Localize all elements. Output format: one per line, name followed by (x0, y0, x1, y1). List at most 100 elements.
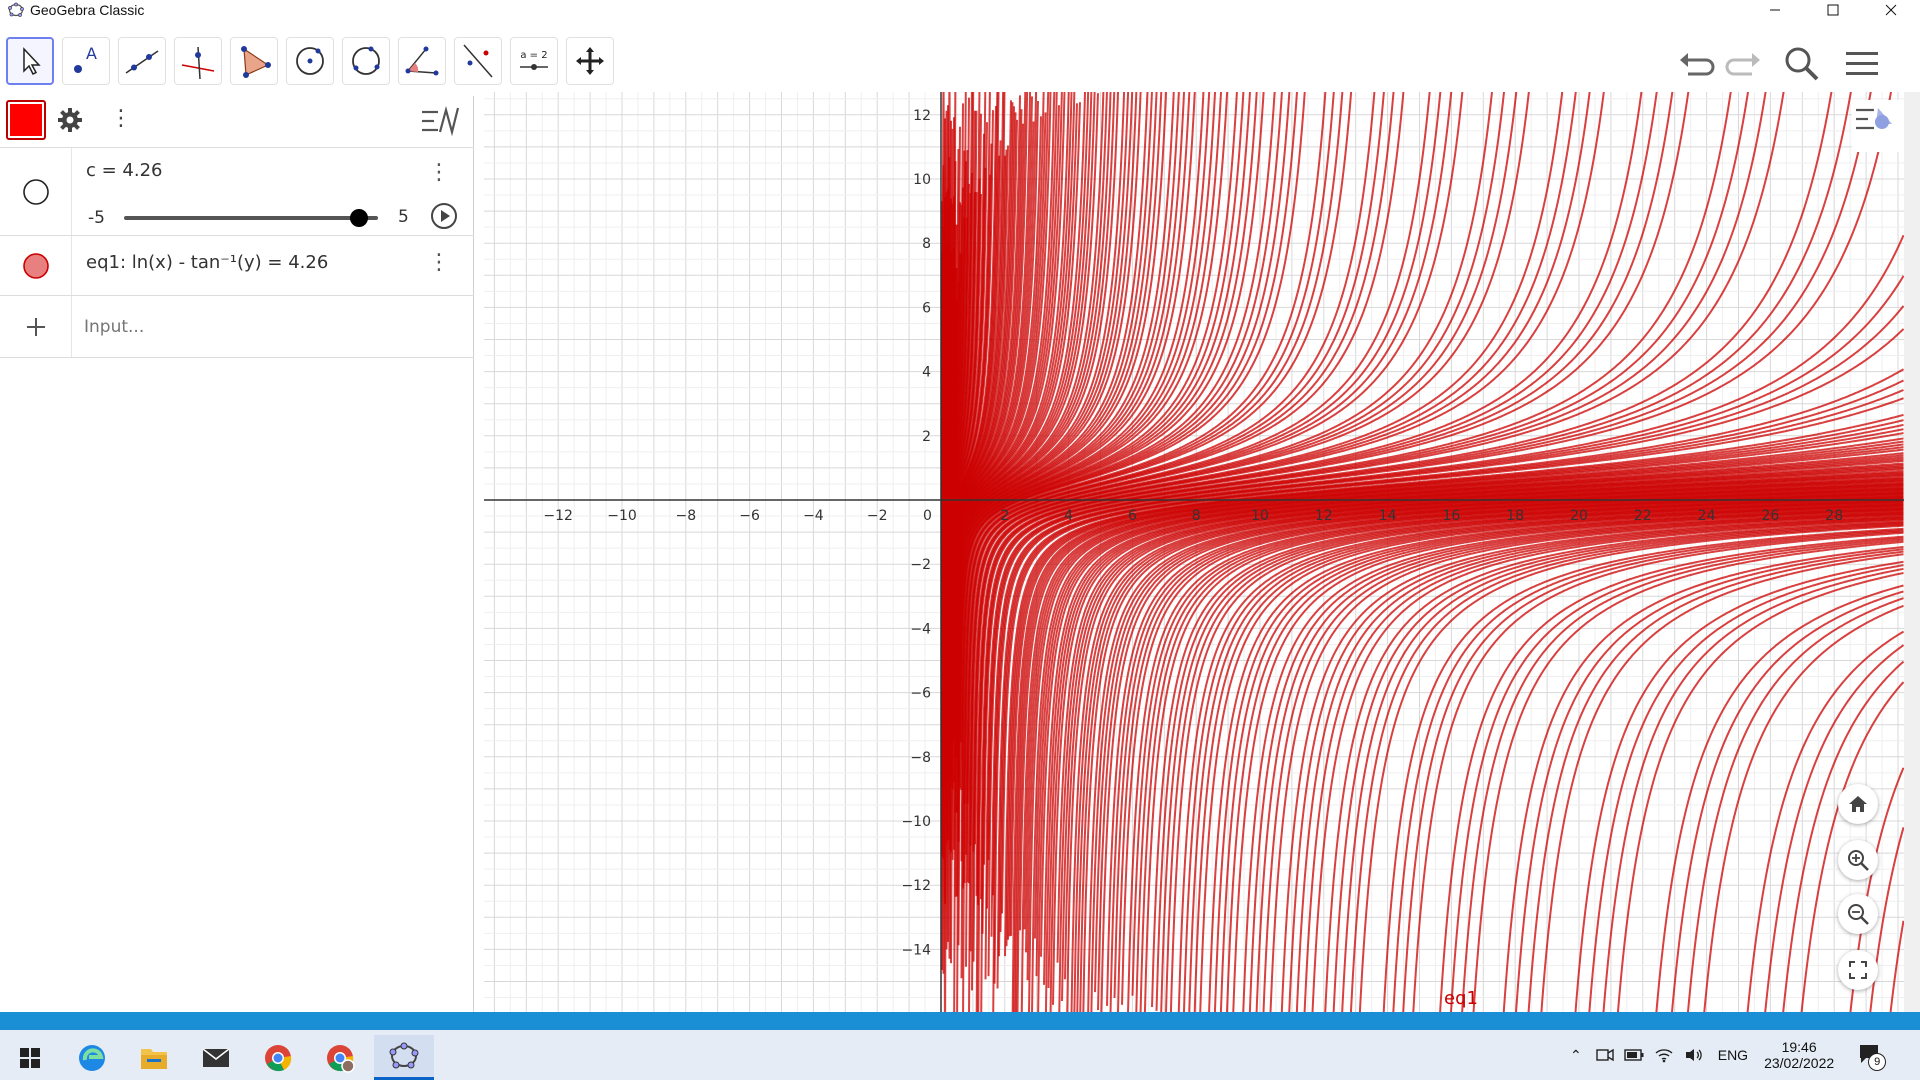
circle-three-points-tool-button[interactable] (342, 37, 390, 85)
hamburger-menu-icon (1846, 52, 1878, 75)
cursor-arrow-icon (23, 47, 41, 76)
main-menu-button[interactable] (1840, 42, 1884, 86)
window-bottom-strip (0, 1012, 1920, 1030)
visibility-toggle[interactable] (0, 148, 72, 235)
x-tick-label: 28 (1825, 508, 1843, 524)
algebra-input-row[interactable] (0, 296, 474, 358)
play-button[interactable] (430, 202, 458, 234)
algebra-style-bar: ⋮ (0, 96, 474, 148)
point-tool-button[interactable]: A (62, 37, 110, 85)
color-picker-button[interactable] (6, 100, 46, 140)
polygon-tool-button[interactable] (230, 37, 278, 85)
taskbar-edge[interactable] (62, 1035, 122, 1080)
taskbar-geogebra[interactable] (374, 1035, 434, 1080)
close-icon[interactable] (1862, 0, 1920, 20)
search-button[interactable] (1780, 42, 1824, 86)
y-tick-label: −2 (910, 557, 931, 573)
more-options-icon[interactable]: ⋮ (110, 106, 132, 131)
notification-center-button[interactable]: 9 (1858, 1043, 1887, 1071)
y-tick-label: 8 (922, 236, 931, 252)
algebra-input[interactable] (84, 312, 444, 342)
minimize-icon[interactable] (1746, 0, 1804, 20)
color-swatch-fill (10, 104, 42, 136)
undo-button[interactable] (1674, 42, 1718, 86)
x-tick-label: −8 (675, 508, 696, 524)
maximize-icon[interactable] (1804, 0, 1862, 20)
home-button[interactable] (1838, 784, 1878, 824)
x-tick-label: 0 (923, 508, 932, 524)
y-tick-label: 12 (913, 108, 931, 124)
visibility-toggle[interactable] (0, 236, 72, 295)
item-menu-icon[interactable]: ⋮ (428, 160, 450, 185)
item-menu-icon[interactable]: ⋮ (428, 250, 450, 275)
x-tick-label: 16 (1442, 508, 1460, 524)
graphics-view[interactable]: −12 −10 −8 −6 −4 −2 0 2 4 6 8 10 12 14 16 18 20 22 24 26 28 1… (484, 92, 1904, 1012)
y-tick-label: −10 (901, 814, 931, 830)
meet-now-icon[interactable] (1596, 1047, 1614, 1063)
algebra-view: ⋮ c = 4.26 ⋮ -5 5 eq1: ln(x) - tan⁻¹(y) … (0, 96, 474, 1012)
algebra-item-eq1[interactable]: eq1: ln(x) - tan⁻¹(y) = 4.26 ⋮ (0, 236, 474, 296)
graphics-style-bar-button[interactable] (1852, 100, 1904, 152)
perpendicular-line-tool-button[interactable] (174, 37, 222, 85)
x-tick-label: 10 (1251, 508, 1269, 524)
undo-icon (1680, 53, 1715, 76)
slider-icon: a = 2 (520, 50, 548, 70)
taskbar: ⌃ ENG 19:46 23/02/2022 9 (0, 1030, 1920, 1080)
point-icon: A (74, 44, 97, 73)
slider-tool-button[interactable]: a = 2 (510, 37, 558, 85)
y-tick-label: 4 (922, 365, 931, 381)
svg-text:A: A (86, 44, 97, 63)
zoom-out-button[interactable] (1838, 894, 1878, 934)
vertical-scrollbar[interactable] (1904, 92, 1920, 1012)
sort-toggle-button[interactable] (420, 104, 462, 142)
slider-track[interactable] (124, 216, 378, 220)
taskbar-file-explorer[interactable] (124, 1035, 184, 1080)
system-tray: ⌃ ENG 19:46 23/02/2022 9 (1570, 1030, 1887, 1080)
gear-icon (58, 108, 82, 132)
fullscreen-icon (1849, 961, 1867, 979)
taskbar-chrome[interactable] (248, 1035, 308, 1080)
move-graphics-view-tool-button[interactable] (566, 37, 614, 85)
fullscreen-button[interactable] (1838, 950, 1878, 990)
taskbar-mail[interactable] (186, 1035, 246, 1080)
slider-max-label: 5 (398, 207, 409, 227)
style-bar-toggle-icon (1856, 108, 1892, 130)
show-hidden-icons-icon[interactable]: ⌃ (1570, 1047, 1582, 1064)
move-tool-button[interactable] (6, 37, 54, 85)
volume-icon[interactable] (1684, 1047, 1704, 1063)
move-arrows-icon (576, 47, 604, 75)
y-tick-label: −12 (901, 878, 931, 894)
x-tick-label: 24 (1698, 508, 1716, 524)
graph-canvas[interactable]: −12 −10 −8 −6 −4 −2 0 2 4 6 8 10 12 14 16 18 20 22 24 26 281… (484, 92, 1904, 1012)
angle-tool-button[interactable] (398, 37, 446, 85)
circle-center-point-tool-button[interactable] (286, 37, 334, 85)
add-item-button[interactable] (0, 296, 72, 357)
play-icon (431, 203, 457, 229)
x-tick-label: −2 (867, 508, 888, 524)
edge-browser-icon (79, 1044, 105, 1071)
x-tick-label: −6 (739, 508, 760, 524)
hidden-circle-icon (22, 178, 49, 205)
window-title: GeoGebra Classic (30, 2, 145, 18)
language-indicator[interactable]: ENG (1718, 1047, 1748, 1063)
reflect-tool-button[interactable] (454, 37, 502, 85)
curve-label: eq1 (1444, 988, 1478, 1009)
chrome-profile-icon (327, 1044, 355, 1073)
redo-button[interactable] (1722, 42, 1766, 86)
wifi-icon[interactable] (1654, 1047, 1674, 1063)
clock-time: 19:46 (1781, 1039, 1817, 1055)
redo-icon (1725, 53, 1760, 76)
zoom-in-button[interactable] (1838, 840, 1878, 880)
x-tick-label: 6 (1128, 508, 1137, 524)
reflect-icon (463, 44, 493, 78)
clock[interactable]: 19:46 23/02/2022 (1764, 1039, 1834, 1071)
line-tool-button[interactable] (118, 37, 166, 85)
geogebra-logo-icon (8, 2, 24, 17)
slider-definition[interactable]: c = 4.26 (86, 160, 163, 181)
battery-icon[interactable] (1624, 1049, 1644, 1061)
start-button[interactable] (0, 1035, 60, 1080)
equation-definition[interactable]: eq1: ln(x) - tan⁻¹(y) = 4.26 (86, 252, 328, 273)
settings-gear-button[interactable] (56, 106, 84, 138)
taskbar-chrome-profile[interactable] (310, 1035, 370, 1080)
slider-min-label: -5 (88, 208, 105, 228)
